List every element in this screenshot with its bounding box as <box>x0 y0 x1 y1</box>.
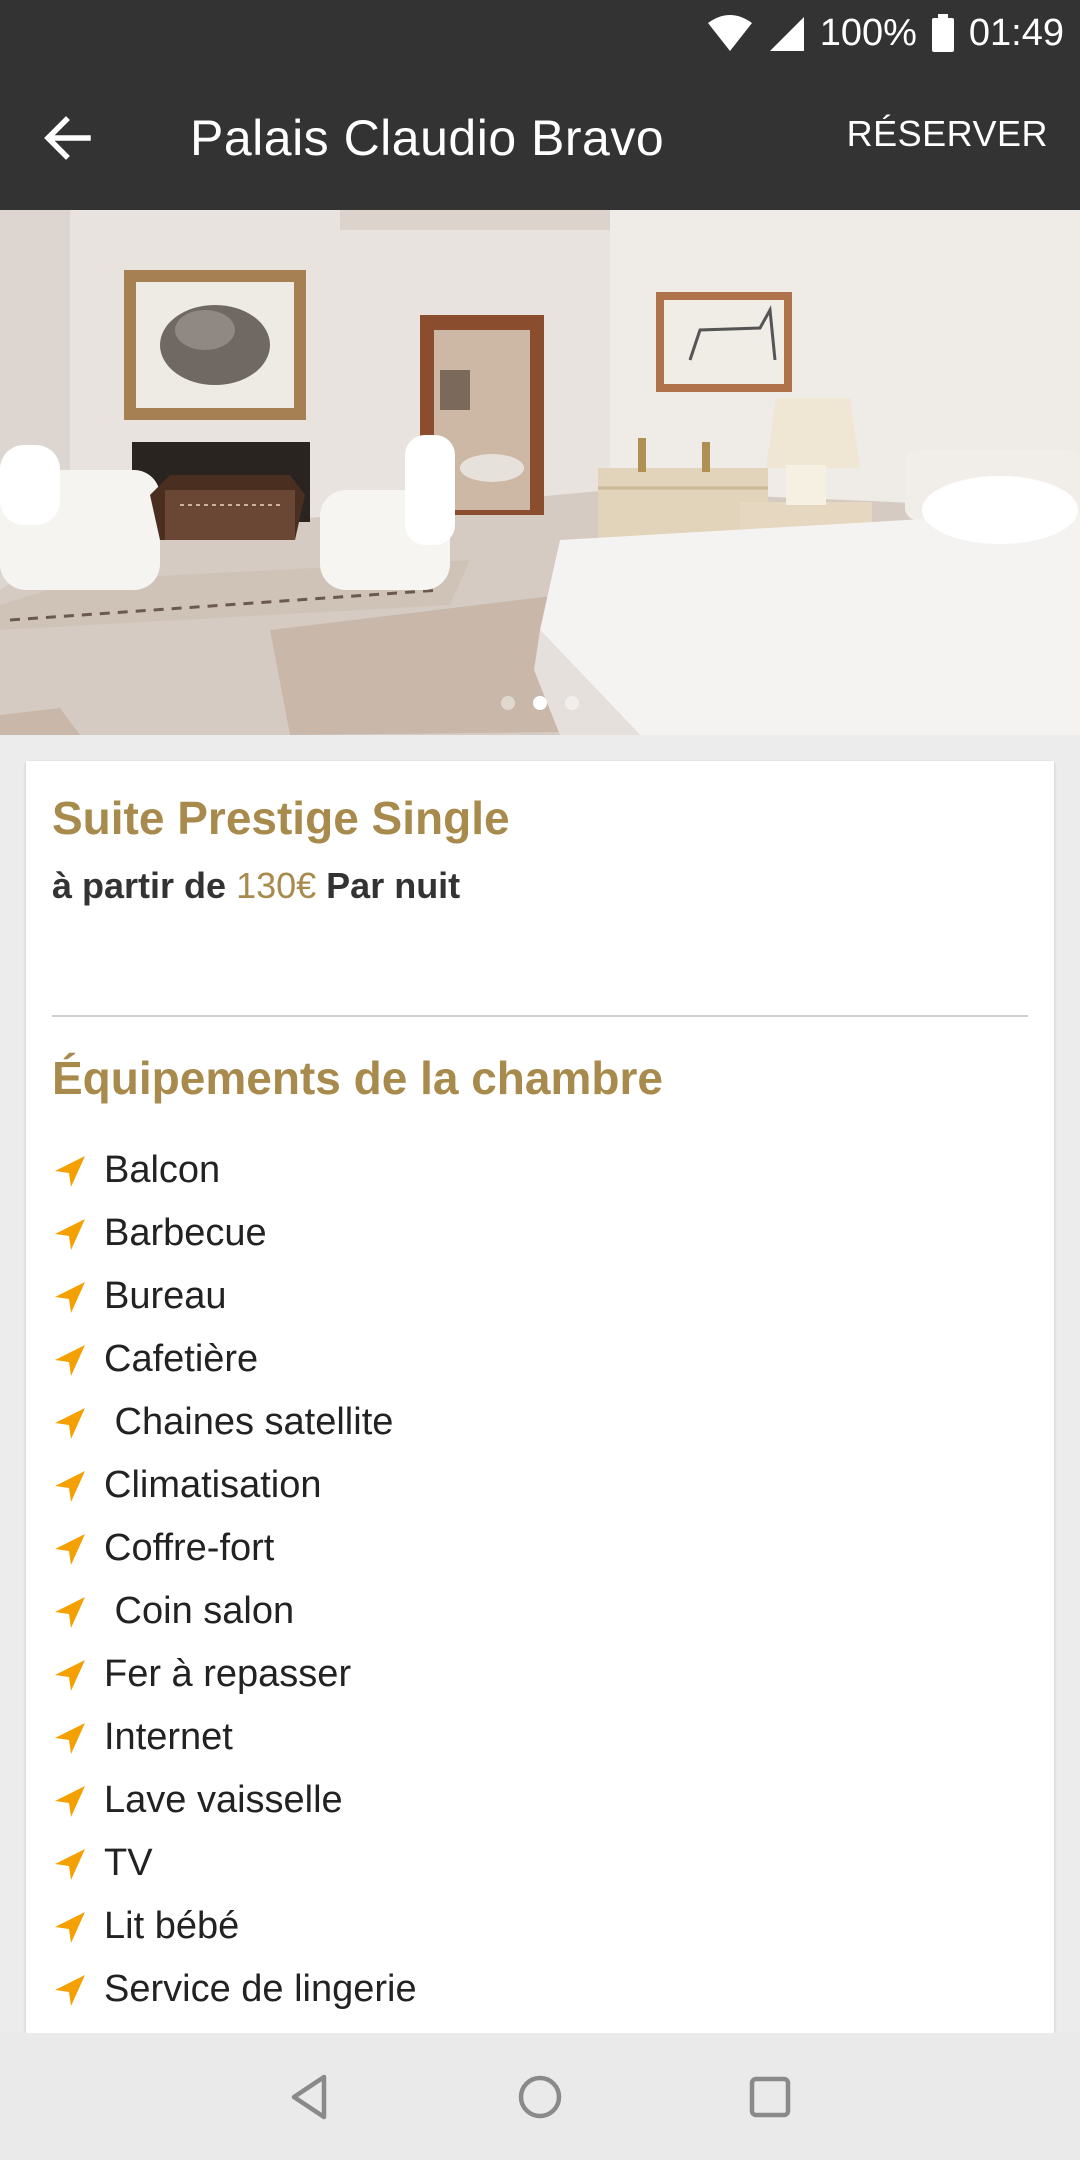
system-nav-bar <box>0 2033 1080 2160</box>
amenity-label: Service de lingerie <box>104 1968 417 2010</box>
carousel-dot[interactable] <box>501 696 515 710</box>
clock: 01:49 <box>968 11 1064 54</box>
location-arrow-icon <box>55 1659 85 1691</box>
amenity-label: Barbecue <box>104 1212 267 1254</box>
amenity-item: Barbecue <box>52 1202 417 1265</box>
nav-home-button[interactable] <box>514 2071 566 2123</box>
amenity-label: Coffre-fort <box>104 1527 275 1569</box>
battery-icon <box>931 13 955 53</box>
amenity-label: Internet <box>104 1716 233 1758</box>
nav-back-button[interactable] <box>284 2071 336 2123</box>
location-arrow-icon <box>55 1470 85 1502</box>
square-recents-icon <box>749 2076 791 2118</box>
amenity-item: Coffre-fort <box>52 1517 417 1580</box>
back-button[interactable] <box>36 106 100 170</box>
location-arrow-icon <box>55 1911 85 1943</box>
carousel-dot-active[interactable] <box>533 696 547 710</box>
battery-level: 100% <box>819 11 917 54</box>
signal-icon <box>768 13 806 53</box>
status-bar: 100% 01:49 <box>0 0 1080 66</box>
price-prefix: à partir de <box>52 865 227 906</box>
room-photo-carousel[interactable] <box>0 210 1080 735</box>
amenity-item: Cafetière <box>52 1328 417 1391</box>
arrow-left-icon <box>44 116 91 160</box>
page-title: Palais Claudio Bravo <box>190 110 665 166</box>
amenity-label: Balcon <box>104 1149 221 1191</box>
room-photo <box>0 210 1080 735</box>
room-name: Suite Prestige Single <box>52 792 510 844</box>
amenity-label: Chaines satellite <box>104 1401 394 1443</box>
amenity-label: Lave vaisselle <box>104 1779 343 1821</box>
amenity-item: Climatisation <box>52 1454 417 1517</box>
nav-recents-button[interactable] <box>744 2071 796 2123</box>
amenity-item: Lit bébé <box>52 1895 417 1958</box>
amenity-label: Climatisation <box>104 1464 322 1506</box>
carousel-dot[interactable] <box>565 696 579 710</box>
amenity-item: Bureau <box>52 1265 417 1328</box>
amenity-label: Fer à repasser <box>104 1653 352 1695</box>
location-arrow-icon <box>55 1848 85 1880</box>
location-arrow-icon <box>55 1218 85 1250</box>
price-line: à partir de 130€ Par nuit <box>52 865 460 907</box>
amenity-item: Chaines satellite <box>52 1391 417 1454</box>
app-bar: Palais Claudio Bravo RÉSERVER <box>0 66 1080 210</box>
amenity-label: Cafetière <box>104 1338 259 1380</box>
price-suffix: Par nuit <box>326 865 461 906</box>
amenity-item: Coin salon <box>52 1580 417 1643</box>
amenities-title: Équipements de la chambre <box>52 1052 663 1104</box>
wifi-icon <box>706 13 754 53</box>
circle-home-icon <box>518 2075 562 2119</box>
location-arrow-icon <box>55 1722 85 1754</box>
location-arrow-icon <box>55 1155 85 1187</box>
amenities-list: Balcon Barbecue Bureau Cafetière Chaines… <box>52 1139 417 2021</box>
amenity-item: Balcon <box>52 1139 417 1202</box>
location-arrow-icon <box>55 1344 85 1376</box>
amenity-item: Service de lingerie <box>52 1958 417 2021</box>
status-icons: 100% 01:49 <box>706 0 1064 66</box>
amenity-label: Lit bébé <box>104 1905 240 1947</box>
triangle-back-icon <box>291 2074 327 2120</box>
amenity-item: Lave vaisselle <box>52 1769 417 1832</box>
divider <box>52 1015 1028 1017</box>
location-arrow-icon <box>55 1974 85 2006</box>
carousel-indicator <box>0 696 1080 715</box>
amenity-item: Fer à repasser <box>52 1643 417 1706</box>
amenity-item: Internet <box>52 1706 417 1769</box>
amenity-label: TV <box>104 1842 153 1884</box>
room-details-card: Suite Prestige Single à partir de 130€ Par… <box>26 761 1054 2061</box>
amenity-item: TV <box>52 1832 417 1895</box>
reserve-button[interactable]: RÉSERVER <box>847 66 1048 210</box>
location-arrow-icon <box>55 1407 85 1439</box>
location-arrow-icon <box>55 1785 85 1817</box>
room-price: 130€ <box>236 865 317 906</box>
amenity-label: Coin salon <box>104 1590 295 1632</box>
location-arrow-icon <box>55 1533 85 1565</box>
amenity-label: Bureau <box>104 1275 227 1317</box>
location-arrow-icon <box>55 1596 85 1628</box>
location-arrow-icon <box>55 1281 85 1313</box>
